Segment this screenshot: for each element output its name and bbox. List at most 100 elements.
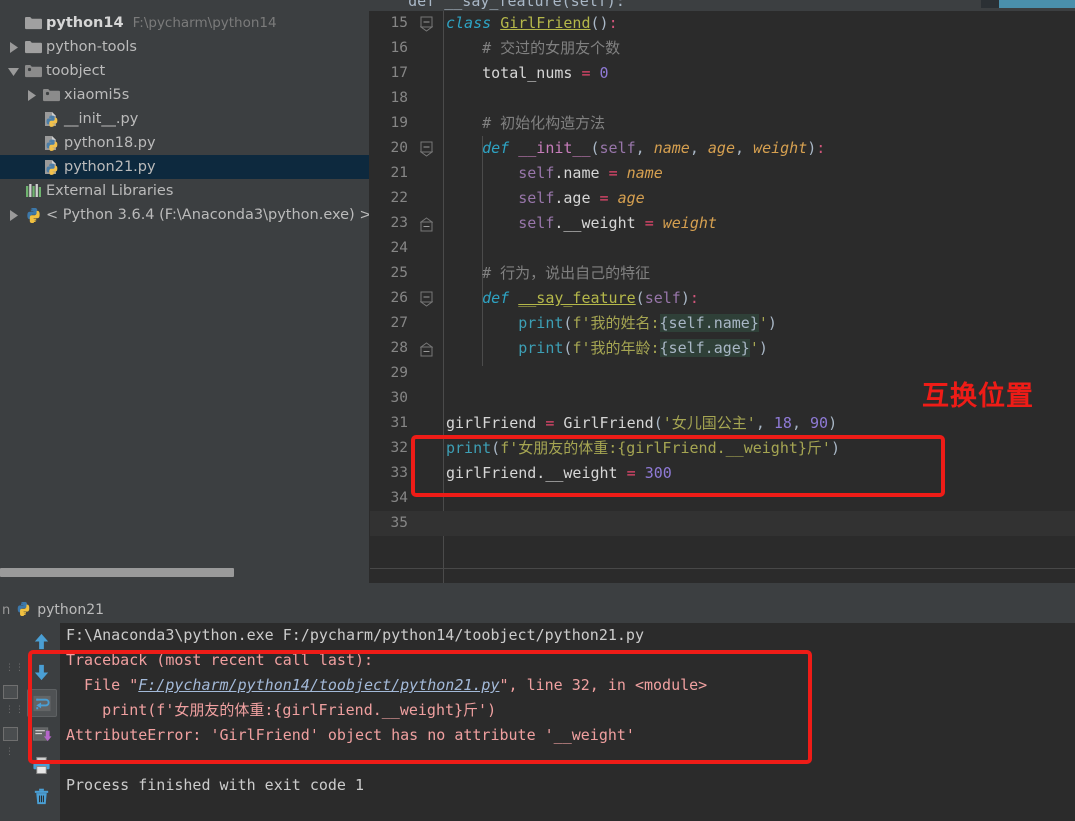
chevron-down-icon[interactable] (4, 59, 22, 83)
fold-toggle-icon[interactable] (416, 211, 438, 236)
tool-window-left-stripe[interactable]: ⋮⋮ ⋮⋮ ⋮ (0, 623, 24, 821)
tree-item-label: External Libraries (46, 183, 174, 199)
tree-item-toobject[interactable]: toobject (0, 59, 370, 83)
fold-toggle-icon[interactable] (416, 11, 438, 36)
python-file-icon (40, 135, 62, 151)
run-tab-bar[interactable]: n python21 (0, 597, 1075, 623)
tree-item-label: xiaomi5s (64, 87, 130, 103)
project-tree[interactable]: python14 F:\pycharm\python14 python-tools t… (0, 11, 370, 227)
code-text: total_nums = 0 (446, 64, 609, 82)
project-tool-window[interactable]: python14 F:\pycharm\python14 python-tools t… (0, 11, 370, 583)
folder-package-icon (22, 64, 44, 78)
code-line[interactable]: 26 def __say_feature(self): (370, 286, 1075, 311)
pycharm-window: def __say_feature(self): python14 F:\pych… (0, 0, 1075, 821)
fold-toggle-icon[interactable] (416, 286, 438, 311)
code-line[interactable]: 19 # 初始化构造方法 (370, 111, 1075, 136)
code-line[interactable]: 18 (370, 86, 1075, 111)
tree-item-label: python21.py (64, 159, 156, 175)
scroll-to-end-icon[interactable] (27, 720, 57, 748)
code-line[interactable]: 28 print(f'我的年龄:{self.age}') (370, 336, 1075, 361)
code-line[interactable]: 20 def __init__(self, name, age, weight)… (370, 136, 1075, 161)
code-text: print(f'女朋友的体重:{girlFriend.__weight}斤') (446, 439, 840, 457)
tree-item-label: toobject (46, 63, 106, 79)
tree-item-external-libraries[interactable]: External Libraries (0, 179, 370, 203)
code-line[interactable]: 24 (370, 236, 1075, 261)
code-line[interactable]: 34 (370, 486, 1075, 511)
tree-item--python-3-6-4-f-anaconda3-python-exe-[interactable]: < Python 3.6.4 (F:\Anaconda3\python.exe)… (0, 203, 370, 227)
tree-item-path: F:\pycharm\python14 (132, 15, 277, 31)
trash-icon[interactable] (27, 782, 57, 810)
tree-item-python21-py[interactable]: python21.py (0, 155, 370, 179)
code-line[interactable]: 27 print(f'我的姓名:{self.name}') (370, 311, 1075, 336)
code-line[interactable]: 16 # 交过的女朋友个数 (370, 36, 1075, 61)
chevron-right-icon[interactable] (4, 35, 22, 59)
line-number: 31 (390, 415, 408, 431)
toolbar-fragment-dark (981, 0, 999, 8)
code-line[interactable]: 32 print(f'女朋友的体重:{girlFriend.__weight}斤'… (370, 436, 1075, 461)
code-text: girlFriend.__weight = 300 (446, 464, 672, 482)
code-text: def __init__(self, name, age, weight): (482, 139, 826, 157)
code-lines[interactable]: 15 class GirlFriend(): 16 # 交过的女朋友个数 17 tot… (370, 11, 1075, 536)
code-line[interactable]: 22 self.age = age (370, 186, 1075, 211)
up-arrow-icon[interactable] (27, 627, 57, 655)
code-line[interactable]: 15 class GirlFriend(): (370, 11, 1075, 36)
run-console-output[interactable]: F:\Anaconda3\python.exe F:/pycharm/pytho… (60, 623, 1075, 821)
down-arrow-icon[interactable] (27, 658, 57, 686)
code-line[interactable]: 21 self.name = name (370, 161, 1075, 186)
code-line[interactable]: 17 total_nums = 0 (370, 61, 1075, 86)
code-line[interactable]: 23 self.__weight = weight (370, 211, 1075, 236)
line-number: 24 (390, 240, 408, 256)
python-file-icon (40, 111, 62, 127)
chevron-right-icon[interactable] (22, 83, 40, 107)
annotation-note: 互换位置 (922, 381, 1034, 412)
print-icon[interactable] (27, 751, 57, 779)
run-tab-python21[interactable]: python21 (16, 601, 104, 620)
folder-icon (22, 40, 44, 54)
tree-item-python-tools[interactable]: python-tools (0, 35, 370, 59)
code-line[interactable]: 31 girlFriend = GirlFriend('女儿国公主', 18, 9… (370, 411, 1075, 436)
run-window-letter: n (2, 602, 11, 618)
line-number: 30 (390, 390, 408, 406)
toolbar-fragment-blue (999, 0, 1075, 8)
run-console-toolbar[interactable] (23, 623, 60, 821)
soft-wrap-icon[interactable] (26, 689, 57, 717)
stripe-mini-button[interactable] (3, 685, 18, 699)
stripe-mini-button[interactable] (3, 727, 18, 741)
fold-toggle-icon[interactable] (416, 136, 438, 161)
console-file-link[interactable]: F:/pycharm/python14/toobject/python21.py (138, 676, 499, 694)
console-error-line: Traceback (most recent call last): (66, 651, 374, 669)
scrollbar-thumb[interactable] (0, 568, 234, 577)
code-text: class GirlFriend(): (446, 14, 618, 32)
code-line[interactable]: 35 (370, 511, 1075, 536)
code-text: self.age = age (518, 189, 645, 207)
tree-item-python14[interactable]: python14 F:\pycharm\python14 (0, 11, 370, 35)
code-line[interactable]: 25 # 行为，说出自己的特征 (370, 261, 1075, 286)
tree-item-python18-py[interactable]: python18.py (0, 131, 370, 155)
console-error-line: print(f'女朋友的体重:{girlFriend.__weight}斤') (66, 701, 497, 719)
tree-item-xiaomi5s[interactable]: xiaomi5s (0, 83, 370, 107)
project-tree-hscrollbar[interactable] (0, 568, 370, 577)
line-number: 23 (390, 215, 408, 231)
code-line[interactable]: 33 girlFriend.__weight = 300 (370, 461, 1075, 486)
tree-item--init-py[interactable]: __init__.py (0, 107, 370, 131)
python-sdk-icon (22, 207, 44, 223)
chevron-right-icon[interactable] (4, 203, 22, 227)
tree-item-label: python14 (46, 15, 124, 31)
line-number: 17 (390, 65, 408, 81)
fold-toggle-icon[interactable] (416, 336, 438, 361)
code-editor[interactable]: 15 class GirlFriend(): 16 # 交过的女朋友个数 17 tot… (370, 11, 1075, 583)
line-number: 20 (390, 140, 408, 156)
python-file-icon (40, 159, 62, 175)
code-text: print(f'我的姓名:{self.name}') (518, 314, 777, 332)
